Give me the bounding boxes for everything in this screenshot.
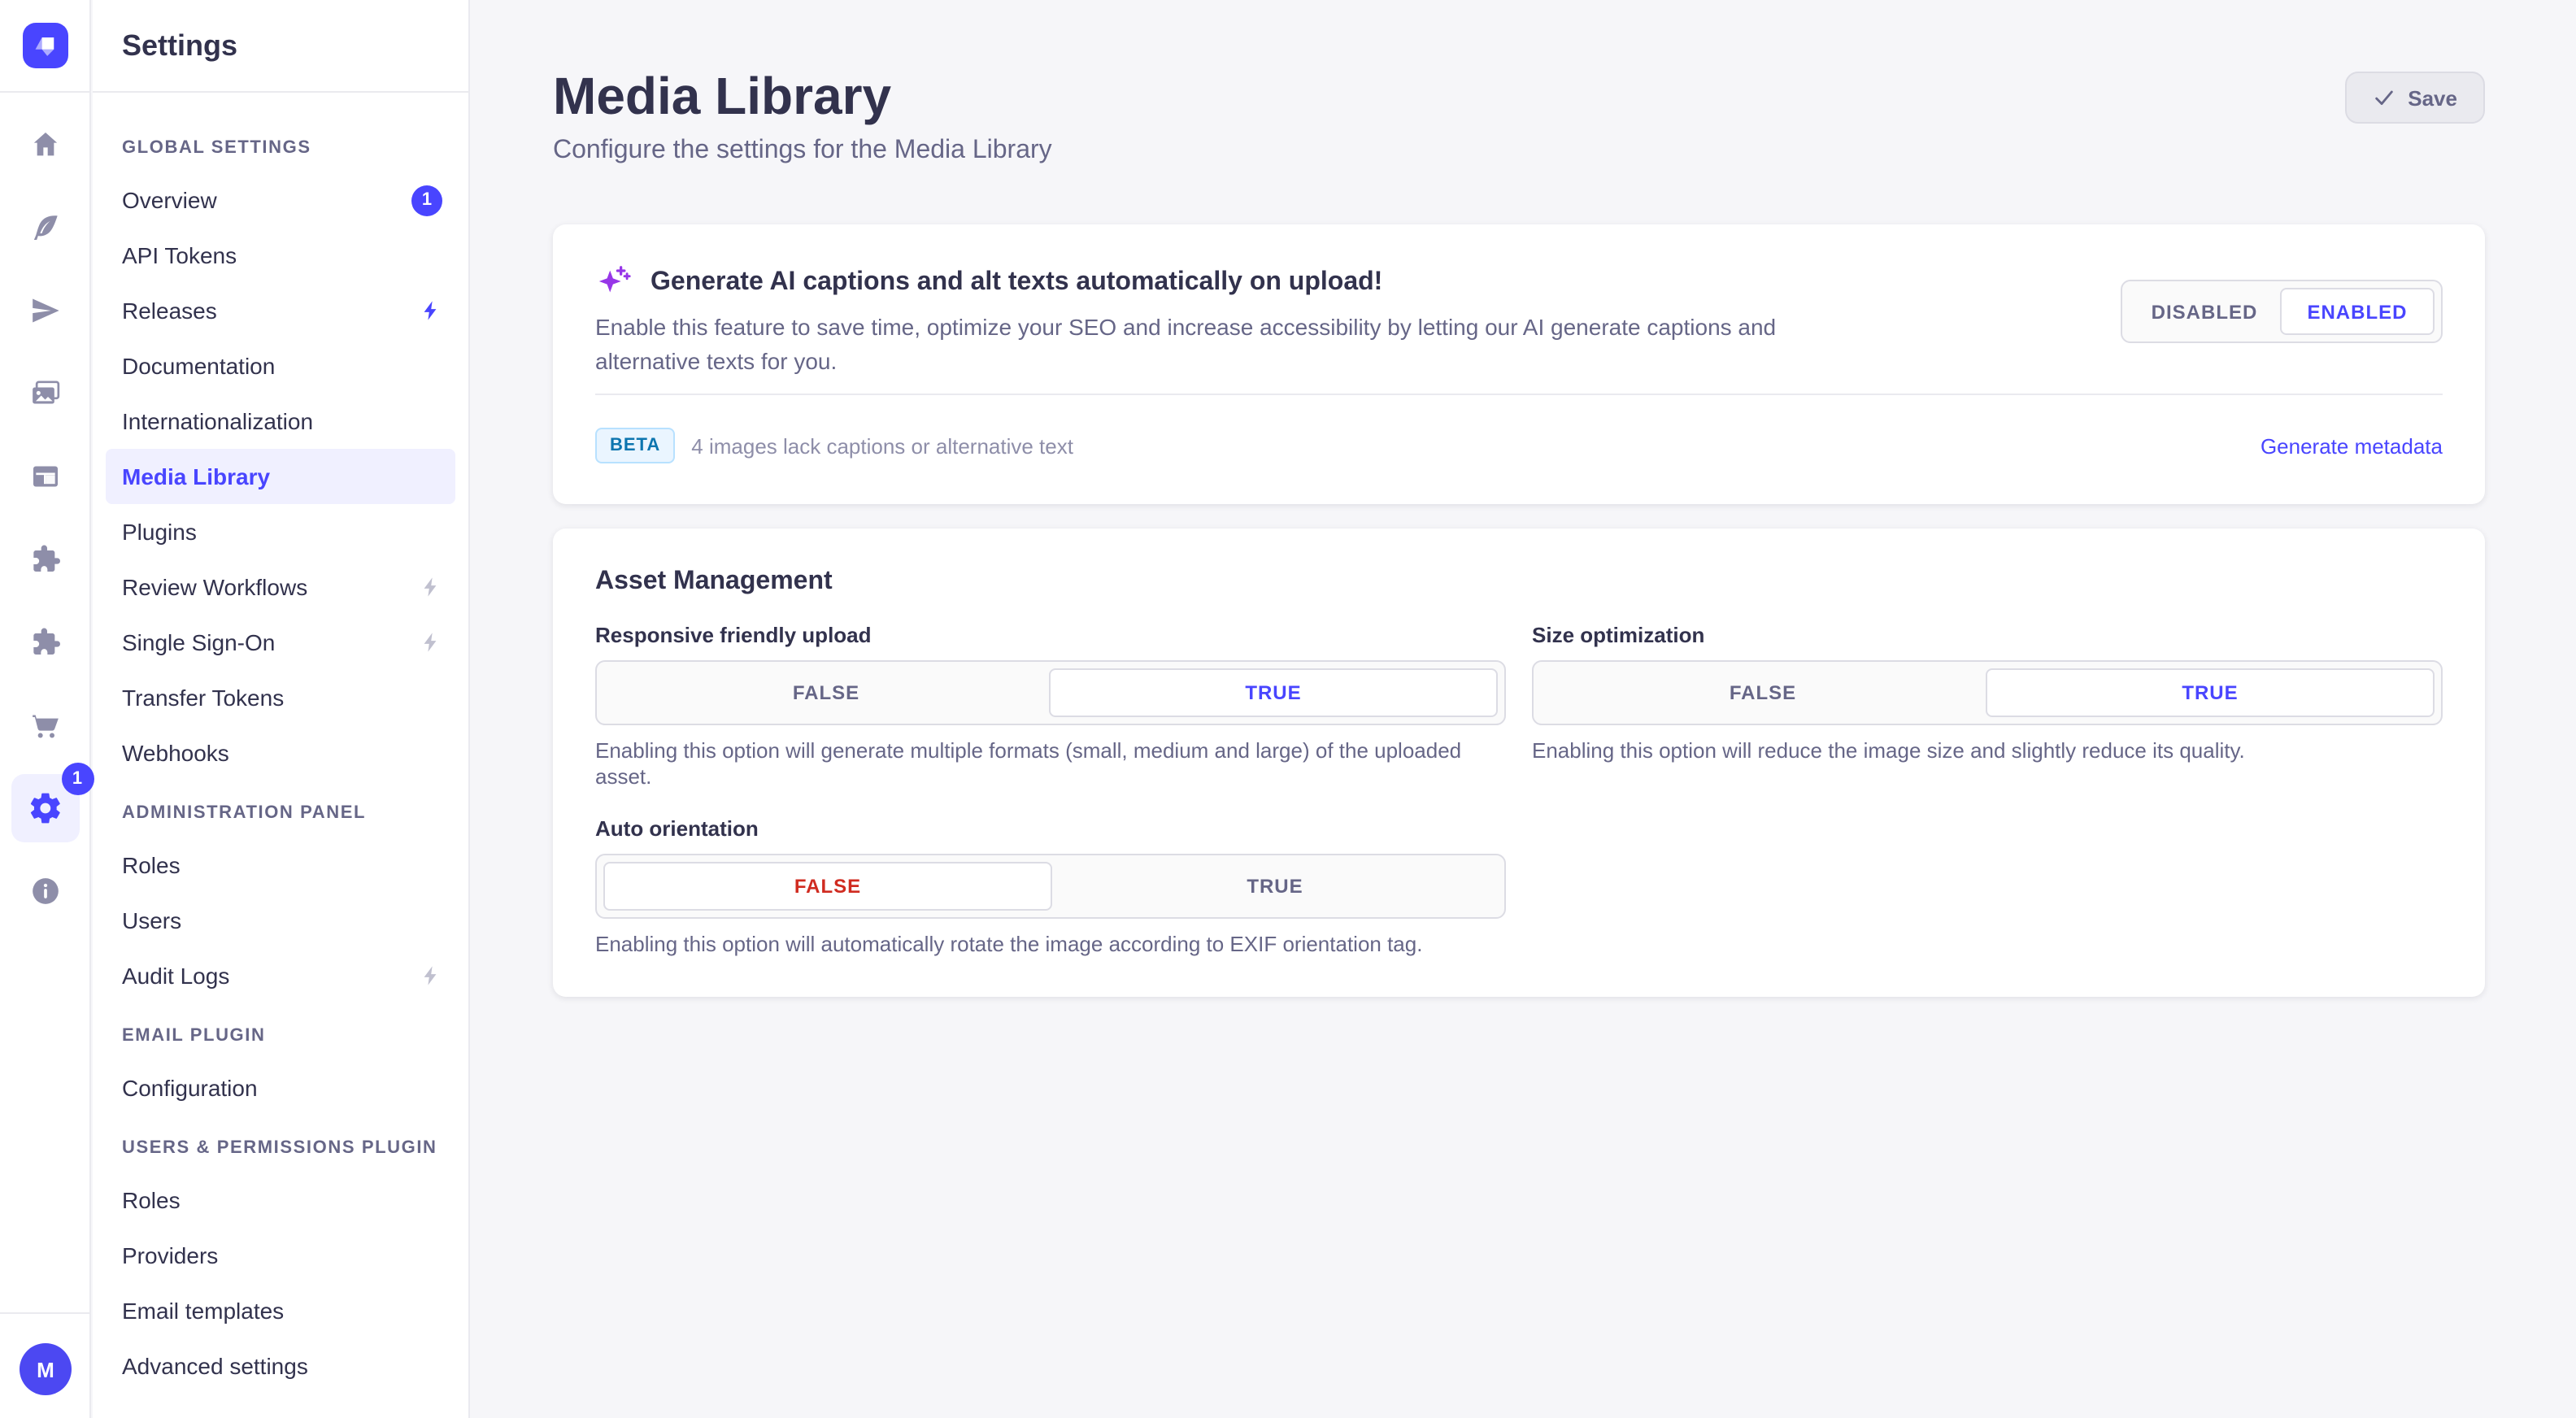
section-label: GLOBAL SETTINGS — [93, 138, 468, 158]
sidebar-item-plugins[interactable]: Plugins — [93, 504, 468, 559]
page-header: Media Library Configure the settings for… — [553, 65, 2485, 166]
field-label: Responsive friendly upload — [595, 623, 1506, 647]
ai-sparkles-icon — [595, 263, 633, 301]
info-icon[interactable] — [0, 849, 90, 932]
sidebar-item-admin-roles[interactable]: Roles — [93, 837, 468, 893]
page-title: Media Library — [553, 65, 1052, 127]
sidebar-item-internationalization[interactable]: Internationalization — [93, 394, 468, 449]
section-label: ADMINISTRATION PANEL — [93, 803, 468, 823]
rail-header — [0, 0, 89, 93]
size-optimization-toggle: FALSE TRUE — [1532, 660, 2443, 725]
asset-management-card: Asset Management Responsive friendly upl… — [553, 528, 2485, 997]
home-icon[interactable] — [0, 102, 90, 185]
field-description: Enabling this option will reduce the ima… — [1532, 738, 2443, 764]
sidebar-item-overview[interactable]: Overview 1 — [93, 172, 468, 228]
sidebar-item-single-sign-on[interactable]: Single Sign-On — [93, 615, 468, 670]
sidebar-item-email-templates[interactable]: Email templates — [93, 1283, 468, 1338]
app-root: 1 M Settings GLOBAL SETTINGS Overview 1 — [0, 0, 2576, 1418]
strapi-logo[interactable] — [22, 23, 67, 68]
beta-badge: BETA — [595, 428, 675, 463]
sidebar-title: Settings — [122, 28, 237, 63]
sidebar-item-advanced-settings[interactable]: Advanced settings — [93, 1338, 468, 1394]
banner-divider — [595, 394, 2443, 395]
settings-sidebar-header: Settings — [93, 0, 468, 93]
sidebar-item-configuration[interactable]: Configuration — [93, 1060, 468, 1116]
auto-orientation-true-option[interactable]: TRUE — [1052, 862, 1498, 911]
field-size-optimization: Size optimization FALSE TRUE Enabling th… — [1532, 623, 2443, 790]
section-administration-panel: ADMINISTRATION PANEL Roles Users Audit L… — [93, 803, 468, 1003]
section-users-permissions-plugin: USERS & PERMISSIONS PLUGIN Roles Provide… — [93, 1138, 468, 1394]
sidebar-item-transfer-tokens[interactable]: Transfer Tokens — [93, 670, 468, 725]
settings-notification-badge: 1 — [61, 762, 94, 794]
responsive-upload-false-option[interactable]: FALSE — [603, 668, 1049, 717]
section-label: USERS & PERMISSIONS PLUGIN — [93, 1138, 468, 1158]
responsive-upload-true-option[interactable]: TRUE — [1049, 668, 1498, 717]
plugins-icon[interactable] — [0, 517, 90, 600]
section-label: EMAIL PLUGIN — [93, 1026, 468, 1046]
cart-icon[interactable] — [0, 683, 90, 766]
section-global-settings: GLOBAL SETTINGS Overview 1 API Tokens Re… — [93, 138, 468, 781]
avatar[interactable]: M — [20, 1343, 72, 1395]
missing-captions-status: 4 images lack captions or alternative te… — [691, 433, 1073, 458]
sidebar-item-api-tokens[interactable]: API Tokens — [93, 228, 468, 283]
ai-toggle-disabled-option[interactable]: DISABLED — [2129, 288, 2280, 335]
content-manager-icon[interactable] — [0, 434, 90, 517]
save-button[interactable]: Save — [2344, 72, 2485, 124]
page-subtitle: Configure the settings for the Media Lib… — [553, 137, 1052, 166]
section-email-plugin: EMAIL PLUGIN Configuration — [93, 1026, 468, 1116]
auto-orientation-toggle: FALSE TRUE — [595, 854, 1506, 919]
sidebar-item-media-library[interactable]: Media Library — [106, 449, 455, 504]
settings-sidebar: Settings GLOBAL SETTINGS Overview 1 API … — [93, 0, 470, 1418]
sidebar-item-users[interactable]: Users — [93, 893, 468, 948]
banner-title: Generate AI captions and alt texts autom… — [651, 268, 1382, 297]
feather-icon[interactable] — [0, 185, 90, 268]
generate-metadata-link[interactable]: Generate metadata — [2261, 433, 2443, 458]
lightning-icon — [420, 631, 442, 654]
ai-captions-banner: Generate AI captions and alt texts autom… — [553, 224, 2485, 504]
field-label: Auto orientation — [595, 816, 1506, 841]
main-content: Media Library Configure the settings for… — [470, 0, 2576, 1418]
strapi-logo-glyph — [27, 28, 63, 63]
sidebar-item-audit-logs[interactable]: Audit Logs — [93, 948, 468, 1003]
field-auto-orientation: Auto orientation FALSE TRUE Enabling thi… — [595, 816, 1506, 958]
sidebar-item-documentation[interactable]: Documentation — [93, 338, 468, 394]
media-library-icon[interactable] — [0, 351, 90, 434]
field-label: Size optimization — [1532, 623, 2443, 647]
ai-feature-toggle: DISABLED ENABLED — [2121, 280, 2443, 343]
settings-sidebar-list: GLOBAL SETTINGS Overview 1 API Tokens Re… — [93, 93, 468, 1394]
paper-plane-icon[interactable] — [0, 268, 90, 351]
marketplace-icon[interactable] — [0, 600, 90, 683]
sidebar-item-webhooks[interactable]: Webhooks — [93, 725, 468, 781]
check-icon — [2372, 86, 2395, 109]
responsive-upload-toggle: FALSE TRUE — [595, 660, 1506, 725]
auto-orientation-false-option[interactable]: FALSE — [603, 862, 1052, 911]
field-description: Enabling this option will generate multi… — [595, 738, 1506, 790]
lightning-icon — [420, 964, 442, 987]
main-nav-rail: 1 M — [0, 0, 91, 1418]
settings-active-indicator: 1 — [11, 773, 79, 842]
field-responsive-friendly-upload: Responsive friendly upload FALSE TRUE En… — [595, 623, 1506, 790]
asset-management-fields: Responsive friendly upload FALSE TRUE En… — [595, 623, 2443, 958]
lightning-icon — [420, 576, 442, 598]
beta-row: BETA 4 images lack captions or alternati… — [595, 424, 2443, 467]
settings-icon[interactable]: 1 — [0, 766, 90, 849]
sidebar-item-providers[interactable]: Providers — [93, 1228, 468, 1283]
rail-icons: 1 — [0, 93, 89, 932]
sidebar-item-releases[interactable]: Releases — [93, 283, 468, 338]
avatar-initial: M — [37, 1357, 54, 1381]
sidebar-item-up-roles[interactable]: Roles — [93, 1172, 468, 1228]
overview-notification-badge: 1 — [411, 185, 442, 215]
field-description: Enabling this option will automatically … — [595, 932, 1506, 958]
asset-management-title: Asset Management — [595, 568, 2443, 597]
size-optimization-false-option[interactable]: FALSE — [1540, 668, 1986, 717]
lightning-icon — [420, 299, 442, 322]
sidebar-item-review-workflows[interactable]: Review Workflows — [93, 559, 468, 615]
size-optimization-true-option[interactable]: TRUE — [1986, 668, 2435, 717]
ai-toggle-enabled-option[interactable]: ENABLED — [2280, 288, 2435, 335]
banner-description: Enable this feature to save time, optimi… — [595, 311, 1782, 379]
rail-divider — [0, 1312, 89, 1314]
